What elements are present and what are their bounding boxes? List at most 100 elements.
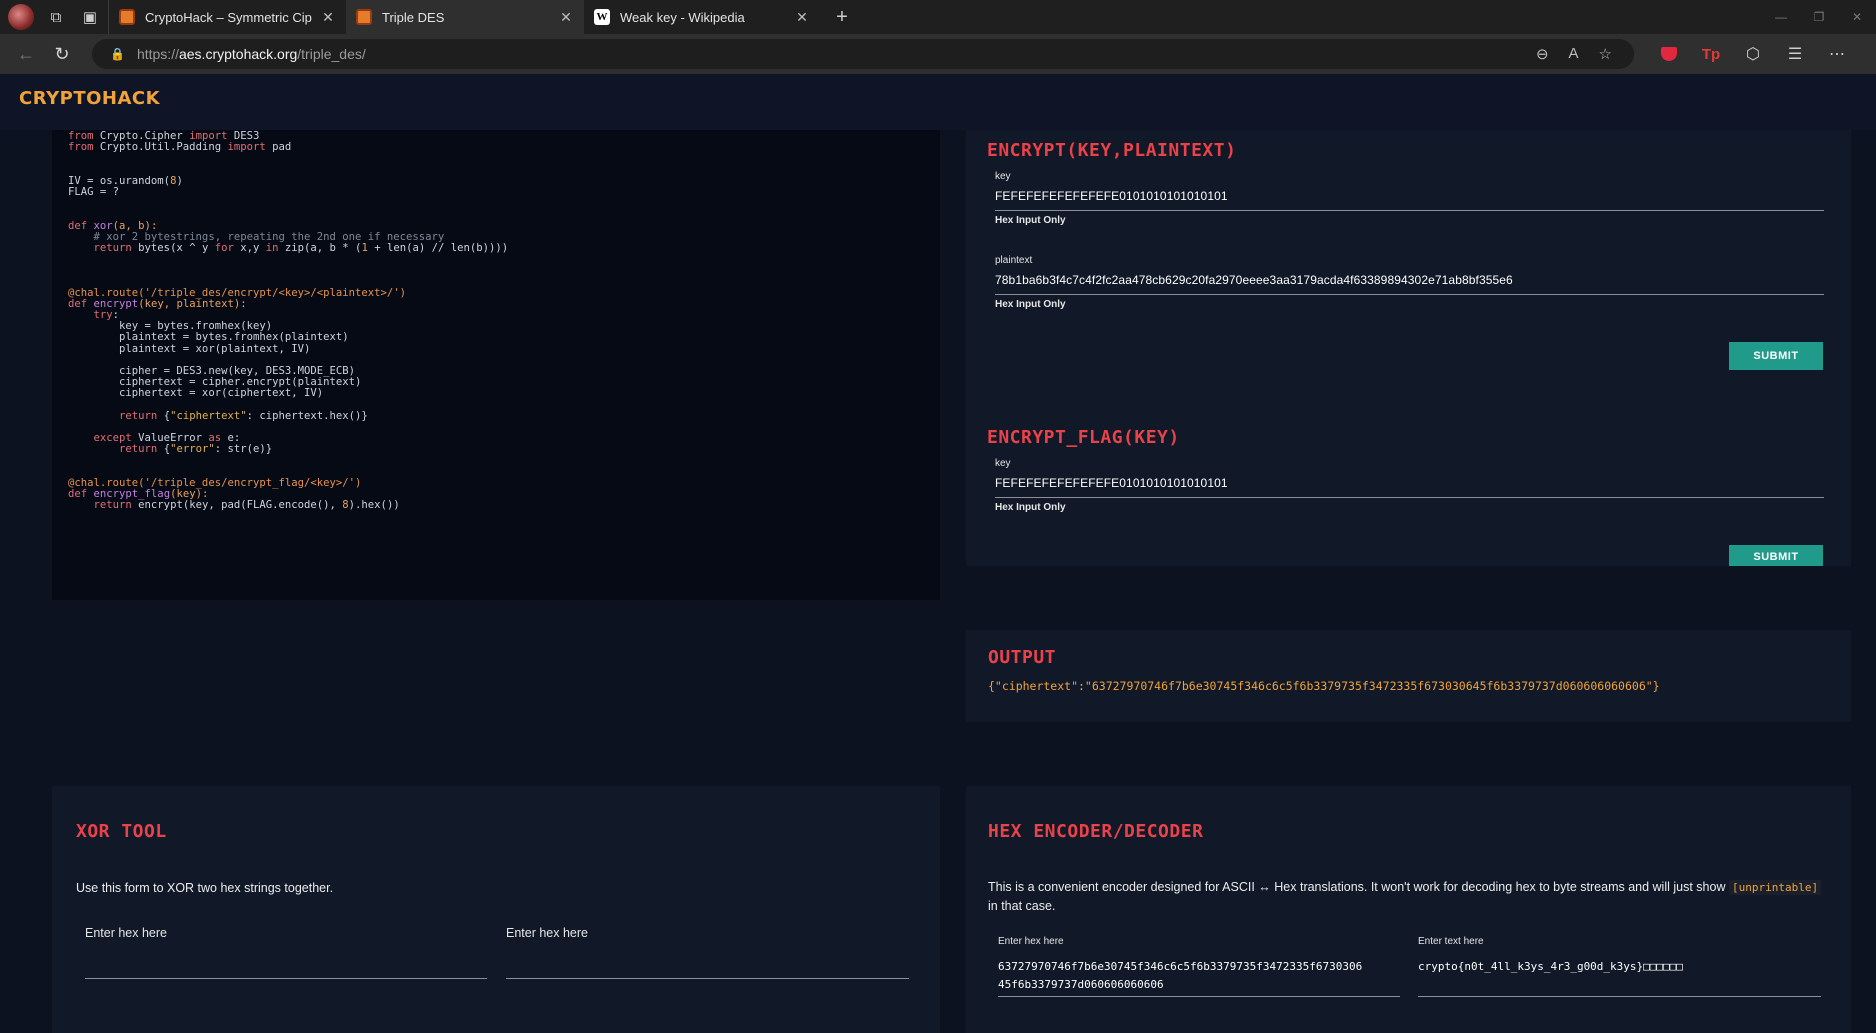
output-title: OUTPUT xyxy=(988,647,1057,668)
plaintext-hint: Hex Input Only xyxy=(995,299,1066,310)
browser-tab-bar: ⧉ ▣ CryptoHack – Symmetric Ciphers ✕ Tri… xyxy=(0,0,1876,34)
encrypt-flag-key-hint: Hex Input Only xyxy=(995,502,1066,513)
xor-input2-underline xyxy=(506,978,909,979)
zoom-icon[interactable]: ⊖ xyxy=(1536,45,1549,63)
unprintable-code: [unprintable] xyxy=(1728,880,1822,895)
plaintext-field[interactable]: 78b1ba6b3f4c7c4f2fc2aa478cb629c20fa2970e… xyxy=(995,273,1513,287)
close-icon[interactable]: ✕ xyxy=(794,9,810,26)
hex-tool-title: HEX ENCODER/DECODER xyxy=(988,821,1204,842)
tab-title: Triple DES xyxy=(382,9,445,25)
tp-extension-icon[interactable]: Tp xyxy=(1696,39,1726,69)
site-header: CRYPTOHACK xyxy=(0,74,1876,130)
code-line: def encrypt(key, plaintext): xyxy=(68,297,247,310)
page-content: CRYPTOHACK from Crypto.Cipher import DES… xyxy=(0,74,1876,1033)
encrypt-key-field[interactable]: FEFEFEFEFEFEFEFE0101010101010101 xyxy=(995,189,1228,203)
encrypt-flag-title: ENCRYPT_FLAG(KEY) xyxy=(987,427,1180,448)
code-line: try: xyxy=(93,309,120,321)
close-icon[interactable]: ✕ xyxy=(320,9,336,26)
text-input-underline xyxy=(1418,996,1821,997)
hex-tool-card: HEX ENCODER/DECODER This is a convenient… xyxy=(966,786,1851,1033)
xor-input1-underline xyxy=(85,978,487,979)
site-logo[interactable]: CRYPTOHACK xyxy=(19,88,160,109)
encrypt-flag-key-field[interactable]: FEFEFEFEFEFEFEFE0101010101010101 xyxy=(995,476,1228,490)
refresh-icon[interactable]: ↻ xyxy=(46,38,78,70)
text-input-label: Enter text here xyxy=(1418,936,1484,947)
code-line: def encrypt_flag(key): xyxy=(68,488,209,500)
maximize-icon[interactable]: ❐ xyxy=(1800,0,1838,34)
tab-cryptohack-symmetric[interactable]: CryptoHack – Symmetric Ciphers ✕ xyxy=(108,0,346,34)
code-line: from Crypto.Util.Padding import pad xyxy=(68,141,292,154)
encrypt-flag-key-label: key xyxy=(995,458,1011,469)
xor-input2-field[interactable] xyxy=(506,944,909,978)
plaintext-label: plaintext xyxy=(995,255,1033,266)
favorites-icon[interactable]: ☰ xyxy=(1780,39,1810,69)
source-code: from Crypto.Cipher import DES3 from Crypt… xyxy=(68,130,924,512)
code-line: def xor(a, b): xyxy=(68,219,158,232)
url-path: /triple_des/ xyxy=(297,46,366,62)
cryptohack-favicon xyxy=(119,9,135,25)
hex-input-field[interactable]: 63727970746f7b6e30745f346c6c5f6b3379735f… xyxy=(998,958,1400,994)
hex-input-underline xyxy=(998,996,1400,997)
xor-tool-title: XOR TOOL xyxy=(76,821,167,842)
text-input-field[interactable]: crypto{n0t_4ll_k3ys_4r3_g00d_k3ys}□□□□□□ xyxy=(1418,958,1821,976)
favorite-star-icon[interactable]: ☆ xyxy=(1599,45,1612,63)
wikipedia-favicon: W xyxy=(594,9,610,25)
address-bar[interactable]: 🔒 https://aes.cryptohack.org/triple_des/… xyxy=(92,39,1634,69)
tab-title: CryptoHack – Symmetric Ciphers xyxy=(145,9,312,25)
code-line: key = bytes.fromhex(key) xyxy=(68,320,273,333)
encrypt-key-label: key xyxy=(995,171,1011,182)
code-line: @chal.route('/triple_des/encrypt_flag/<k… xyxy=(68,476,362,489)
source-code-panel: from Crypto.Cipher import DES3 from Crypt… xyxy=(52,130,940,600)
minimize-icon[interactable]: — xyxy=(1762,0,1800,34)
tab-triple-des[interactable]: Triple DES ✕ xyxy=(346,0,584,34)
code-line: ciphertext = xor(ciphertext, IV) xyxy=(68,387,324,400)
close-window-icon[interactable]: ✕ xyxy=(1838,0,1876,34)
cryptohack-favicon xyxy=(356,9,372,25)
encrypt-key-underline xyxy=(995,210,1824,211)
output-text: {"ciphertext":"63727970746f7b6e30745f346… xyxy=(988,679,1660,693)
hex-tool-description-text: This is a convenient encoder designed fo… xyxy=(988,880,1726,894)
lock-icon[interactable]: 🔒 xyxy=(110,47,125,61)
code-line: except ValueError as e: xyxy=(93,432,241,445)
xor-input1-field[interactable] xyxy=(85,944,487,978)
profile-avatar[interactable] xyxy=(8,4,34,30)
back-icon[interactable]: ← xyxy=(10,38,42,70)
hex-input-label: Enter hex here xyxy=(998,936,1064,947)
code-line: @chal.route('/triple_des/encrypt/<key>/<… xyxy=(68,286,407,299)
pocket-extension-icon[interactable] xyxy=(1654,39,1684,69)
tab-actions-icon[interactable]: ▣ xyxy=(78,5,102,29)
code-line: # xor 2 bytestrings, repeating the 2nd o… xyxy=(68,230,445,243)
encrypt-flag-key-underline xyxy=(995,497,1824,498)
extensions-icon[interactable]: ⬡ xyxy=(1738,39,1768,69)
tab-title: Weak key - Wikipedia xyxy=(620,9,745,25)
encrypt-key-hint: Hex Input Only xyxy=(995,215,1066,226)
encrypt-flag-submit-button[interactable]: SUBMIT xyxy=(1729,545,1823,566)
more-menu-icon[interactable]: ⋯ xyxy=(1822,39,1852,69)
close-icon[interactable]: ✕ xyxy=(558,9,574,26)
url-protocol: https:// xyxy=(136,46,179,62)
hex-value-line: 63727970746f7b6e30745f346c6c5f6b3379735f… xyxy=(998,960,1363,973)
plaintext-underline xyxy=(995,294,1824,295)
code-line: return encrypt(key, pad(FLAG.encode(), 8… xyxy=(93,499,400,512)
code-line: cipher = DES3.new(key, DES3.MODE_ECB) xyxy=(68,364,356,377)
code-line: return bytes(x ^ y for x,y in zip(a, b *… xyxy=(93,241,509,254)
encrypt-submit-button[interactable]: SUBMIT xyxy=(1729,342,1823,370)
code-line: FLAG = ? xyxy=(68,185,120,198)
workspaces-icon[interactable]: ⧉ xyxy=(44,5,68,29)
tab-weak-key-wikipedia[interactable]: W Weak key - Wikipedia ✕ xyxy=(584,0,820,34)
code-line: return {"ciphertext": ciphertext.hex()} xyxy=(119,409,368,422)
read-aloud-icon[interactable]: A xyxy=(1569,45,1579,63)
xor-tool-description: Use this form to XOR two hex strings tog… xyxy=(76,881,334,895)
new-tab-icon[interactable]: + xyxy=(830,5,854,29)
